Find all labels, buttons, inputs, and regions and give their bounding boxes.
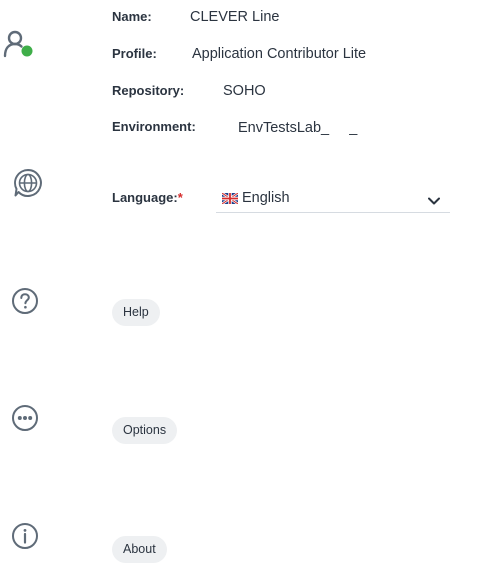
- required-mark: *: [177, 190, 183, 205]
- user-status-icon: [3, 30, 35, 60]
- globe-icon: [13, 168, 43, 198]
- options-button[interactable]: Options: [112, 417, 178, 444]
- name-value: CLEVER Line: [190, 9, 280, 25]
- environment-label: Environment:: [112, 119, 196, 134]
- repository-value: SOHO: [223, 83, 266, 99]
- language-select[interactable]: English: [216, 183, 450, 213]
- chevron-down-icon[interactable]: [428, 192, 440, 210]
- repository-label: Repository:: [112, 83, 185, 98]
- profile-value: Application Contributor Lite: [192, 46, 367, 62]
- info-circle-icon: [11, 522, 39, 550]
- environment-value: EnvTestsLab_ _: [238, 120, 358, 136]
- language-label: Language:*: [112, 190, 183, 205]
- name-label: Name:: [112, 9, 152, 24]
- question-circle-icon: [11, 287, 39, 315]
- uk-flag-icon: [221, 191, 239, 205]
- user-settings-panel: Name: CLEVER Line Profile: Application C…: [0, 0, 477, 569]
- profile-label: Profile:: [112, 46, 157, 61]
- about-button[interactable]: About: [112, 536, 167, 563]
- help-button[interactable]: Help: [112, 299, 160, 326]
- ellipsis-circle-icon: [11, 404, 39, 432]
- language-selected-value: English: [242, 190, 290, 206]
